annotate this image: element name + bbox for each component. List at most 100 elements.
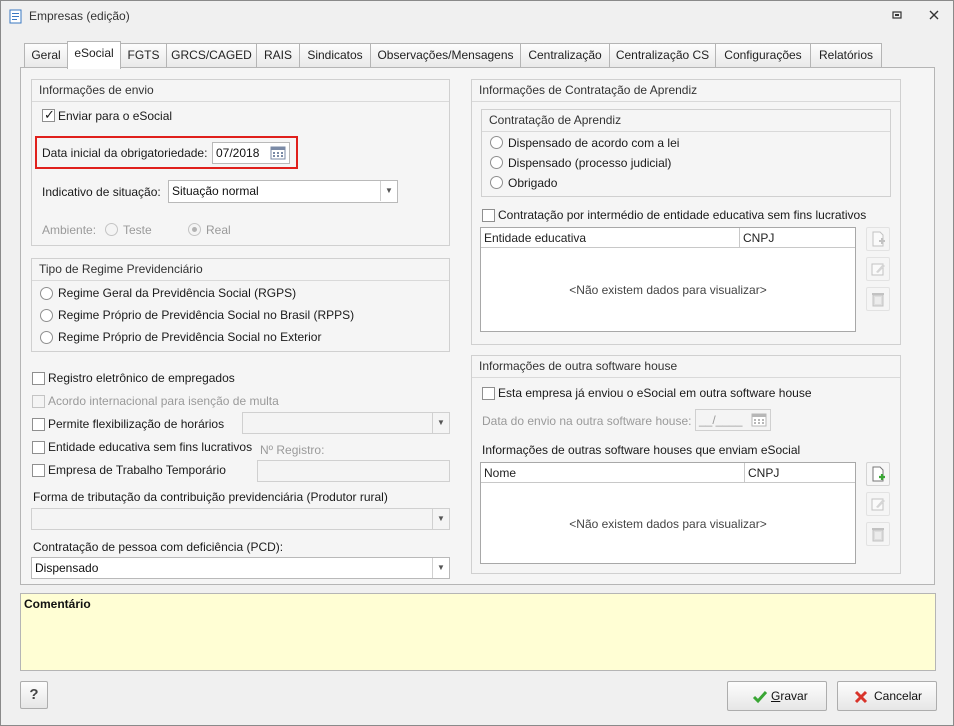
entidade-grid[interactable]: Entidade educativa CNPJ <Não existem dad… xyxy=(480,227,856,332)
data-obrigatoriedade-field[interactable]: 07/2018 xyxy=(212,142,290,164)
enviou-outra-checkbox[interactable] xyxy=(482,387,495,400)
registro-eletronico-checkbox[interactable] xyxy=(32,372,45,385)
grid-column-cnpj[interactable]: CNPJ xyxy=(740,228,774,248)
chevron-down-icon[interactable]: ▼ xyxy=(432,413,449,433)
delete-software-house-button[interactable] xyxy=(866,522,890,546)
divider xyxy=(32,280,449,281)
tab-centralizacao-cs[interactable]: Centralização CS xyxy=(609,43,716,68)
calendar-icon[interactable] xyxy=(749,411,769,429)
situacao-label: Indicativo de situação: xyxy=(42,185,161,199)
help-button[interactable]: ? xyxy=(20,681,48,709)
chevron-down-icon[interactable]: ▼ xyxy=(432,509,449,529)
tab-centralizacao[interactable]: Centralização xyxy=(520,43,610,68)
flexibilizacao-select[interactable]: ▼ xyxy=(242,412,450,434)
tab-sindicatos[interactable]: Sindicatos xyxy=(299,43,371,68)
tab-rais[interactable]: RAIS xyxy=(256,43,300,68)
add-document-icon xyxy=(872,466,885,482)
divider xyxy=(482,131,890,132)
situacao-select[interactable]: Situação normal ▼ xyxy=(168,180,398,203)
dialog-window: Empresas (edição) Geral eSocial FGTS GRC… xyxy=(0,0,954,726)
aprendiz-dispensado-lei-label: Dispensado de acordo com a lei xyxy=(508,136,680,150)
intermedio-checkbox[interactable] xyxy=(482,209,495,222)
gravar-label: Gravar xyxy=(771,689,808,703)
trabalho-temporario-label: Empresa de Trabalho Temporário xyxy=(48,463,226,477)
title-bar: Empresas (edição) xyxy=(1,1,953,31)
tab-relatorios[interactable]: Relatórios xyxy=(810,43,882,68)
chevron-down-icon[interactable]: ▼ xyxy=(380,181,397,201)
data-obrigatoriedade-value: 07/2018 xyxy=(216,146,260,160)
edit-software-house-button[interactable] xyxy=(866,492,890,516)
acordo-internacional-label: Acordo internacional para isenção de mul… xyxy=(48,394,279,408)
restore-icon[interactable] xyxy=(889,8,905,24)
trash-icon xyxy=(872,528,884,542)
divider xyxy=(472,377,900,378)
add-software-house-button[interactable] xyxy=(866,462,890,486)
delete-entidade-button[interactable] xyxy=(866,287,890,311)
aprendiz-obrigado-radio[interactable] xyxy=(490,176,503,189)
entidade-educativa-checkbox[interactable] xyxy=(32,441,45,454)
flexibilizacao-checkbox[interactable] xyxy=(32,418,45,431)
divider xyxy=(32,101,449,102)
data-envio-label: Data do envio na outra software house: xyxy=(482,414,692,428)
cancel-x-icon xyxy=(853,689,869,708)
enviar-esocial-label: Enviar para o eSocial xyxy=(58,109,173,123)
numero-registro-field[interactable] xyxy=(257,460,450,482)
ambiente-teste-label: Teste xyxy=(123,223,152,237)
data-envio-field[interactable]: __/____ xyxy=(695,409,771,431)
trabalho-temporario-checkbox[interactable] xyxy=(32,464,45,477)
data-obrigatoriedade-label: Data inicial da obrigatoriedade: xyxy=(42,146,208,160)
comment-textarea[interactable]: Comentário xyxy=(20,593,936,671)
edit-icon xyxy=(871,498,885,511)
divider xyxy=(472,101,900,102)
add-entidade-button[interactable] xyxy=(866,227,890,251)
ambiente-real-radio[interactable] xyxy=(188,223,201,236)
tab-grcs-caged[interactable]: GRCS/CAGED xyxy=(166,43,257,68)
grid-column-entidade[interactable]: Entidade educativa xyxy=(481,228,586,248)
grid-header: Entidade educativa CNPJ xyxy=(481,228,855,248)
app-icon xyxy=(9,9,23,24)
enviar-esocial-checkbox[interactable]: ✓ xyxy=(42,107,55,122)
ambiente-label: Ambiente: xyxy=(42,223,97,237)
calendar-icon[interactable] xyxy=(268,144,288,162)
regime-exterior-radio[interactable] xyxy=(40,331,53,344)
window-title: Empresas (edição) xyxy=(29,9,130,23)
tributacao-select[interactable]: ▼ xyxy=(31,508,450,530)
aprendiz-group-title: Informações de Contratação de Aprendiz xyxy=(479,83,698,97)
numero-registro-label: Nº Registro: xyxy=(260,443,325,457)
ambiente-teste-radio[interactable] xyxy=(105,223,118,236)
gravar-button[interactable]: Gravar xyxy=(727,681,827,711)
gravar-hotkey: G xyxy=(771,689,781,703)
chevron-down-icon[interactable]: ▼ xyxy=(432,558,449,578)
edit-entidade-button[interactable] xyxy=(866,257,890,281)
grid-column-nome[interactable]: Nome xyxy=(481,463,516,483)
close-icon[interactable] xyxy=(926,8,942,24)
software-house-title: Informações de outra software house xyxy=(479,359,678,373)
intermedio-label: Contratação por intermédio de entidade e… xyxy=(498,208,867,222)
enviou-outra-label: Esta empresa já enviou o eSocial em outr… xyxy=(498,386,812,400)
pcd-value: Dispensado xyxy=(35,561,99,575)
tab-esocial[interactable]: eSocial xyxy=(67,41,121,69)
cancelar-button[interactable]: Cancelar xyxy=(837,681,937,711)
regime-exterior-label: Regime Próprio de Previdência Social no … xyxy=(58,330,322,344)
registro-eletronico-label: Registro eletrônico de empregados xyxy=(48,371,235,385)
aprendiz-dispensado-judicial-radio[interactable] xyxy=(490,156,503,169)
acordo-internacional-checkbox[interactable] xyxy=(32,395,45,408)
checkmark-icon xyxy=(752,689,768,708)
flexibilizacao-label: Permite flexibilização de horários xyxy=(48,417,225,431)
tab-fgts[interactable]: FGTS xyxy=(120,43,167,68)
grid-column-cnpj[interactable]: CNPJ xyxy=(745,463,779,483)
trash-icon xyxy=(872,293,884,307)
tab-configuracoes[interactable]: Configurações xyxy=(715,43,811,68)
regime-rgps-radio[interactable] xyxy=(40,287,53,300)
software-house-grid[interactable]: Nome CNPJ <Não existem dados para visual… xyxy=(480,462,856,564)
pcd-select[interactable]: Dispensado ▼ xyxy=(31,557,450,579)
regime-rpps-radio[interactable] xyxy=(40,309,53,322)
grid-empty-message: <Não existem dados para visualizar> xyxy=(569,517,767,531)
tab-observacoes[interactable]: Observações/Mensagens xyxy=(370,43,521,68)
contratacao-aprendiz-title: Contratação de Aprendiz xyxy=(489,113,622,127)
grid-header: Nome CNPJ xyxy=(481,463,855,483)
radio-dot-icon xyxy=(192,227,197,232)
aprendiz-dispensado-lei-radio[interactable] xyxy=(490,136,503,149)
regime-rpps-label: Regime Próprio de Previdência Social no … xyxy=(58,308,355,322)
tab-geral[interactable]: Geral xyxy=(24,43,68,68)
